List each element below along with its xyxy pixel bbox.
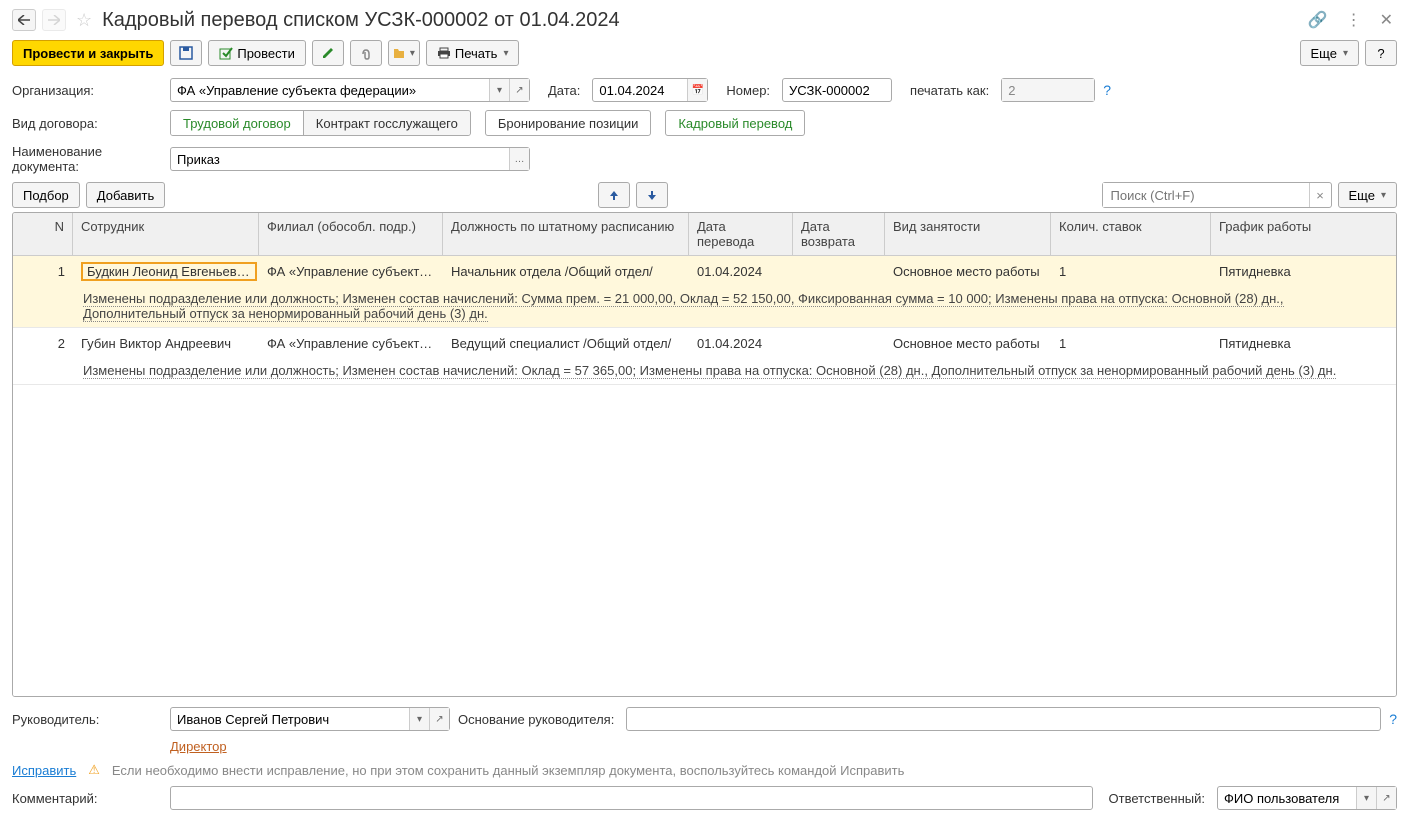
open-icon[interactable]: ↗ — [509, 79, 529, 101]
comment-label: Комментарий: — [12, 791, 162, 806]
pencil-icon — [321, 46, 335, 60]
arrow-down-icon — [646, 189, 658, 201]
nav-forward-button — [42, 9, 66, 31]
help-link[interactable]: ? — [1389, 711, 1397, 727]
col-date-transfer[interactable]: Дата перевода — [689, 213, 793, 255]
responsible-label: Ответственный: — [1109, 791, 1205, 806]
open-icon[interactable]: ↗ — [1376, 787, 1396, 809]
dropdown-icon[interactable]: ▾ — [489, 79, 509, 101]
col-employment[interactable]: Вид занятости — [885, 213, 1051, 255]
warning-icon: ⚠ — [88, 762, 100, 778]
add-button[interactable]: Добавить — [86, 182, 165, 208]
help-button[interactable]: ? — [1365, 40, 1397, 66]
employees-grid: N Сотрудник Филиал (обособл. подр.) Долж… — [12, 212, 1397, 697]
dropdown-icon[interactable]: ▾ — [1356, 787, 1376, 809]
table-row[interactable]: 1 Будкин Леонид Евгеньевич ФА «Управлени… — [13, 256, 1396, 328]
paperclip-icon — [359, 46, 373, 60]
docname-field[interactable]: … — [170, 147, 530, 171]
arrow-up-icon — [608, 189, 620, 201]
tab-bronirovanie[interactable]: Бронирование позиции — [485, 110, 651, 136]
date-field[interactable]: 📅 — [592, 78, 708, 102]
window-title: Кадровый перевод списком УСЗК-000002 от … — [102, 9, 1298, 32]
open-icon[interactable]: ↗ — [429, 708, 449, 730]
tab-gossluzh[interactable]: Контракт госслужащего — [304, 111, 470, 135]
table-more-button[interactable]: Еще ▾ — [1338, 182, 1397, 208]
save-button[interactable] — [170, 40, 202, 66]
select-button[interactable]: Подбор — [12, 182, 80, 208]
fix-note: Если необходимо внести исправление, но п… — [112, 763, 904, 778]
search-input[interactable]: × — [1102, 182, 1332, 208]
post-and-close-button[interactable]: Провести и закрыть — [12, 40, 164, 66]
arrow-left-icon — [18, 15, 30, 25]
dropdown-icon[interactable]: ▾ — [409, 708, 429, 730]
col-date-return[interactable]: Дата возврата — [793, 213, 885, 255]
manager-field[interactable]: ▾ ↗ — [170, 707, 450, 731]
date-label: Дата: — [548, 83, 580, 98]
more-button[interactable]: Еще ▾ — [1300, 40, 1359, 66]
manager-basis-label: Основание руководителя: — [458, 712, 614, 727]
row-detail: Изменены подразделение или должность; Из… — [13, 287, 1396, 327]
col-rates[interactable]: Колич. ставок — [1051, 213, 1211, 255]
folder-button[interactable]: ▾ — [388, 40, 420, 66]
manager-basis-field[interactable] — [626, 707, 1381, 731]
save-icon — [179, 46, 193, 60]
col-n[interactable]: N — [13, 213, 73, 255]
tab-trudovoi[interactable]: Трудовой договор — [171, 111, 304, 135]
calendar-icon[interactable]: 📅 — [687, 79, 707, 101]
edit-button[interactable] — [312, 40, 344, 66]
comment-field[interactable] — [170, 786, 1093, 810]
col-schedule[interactable]: График работы — [1211, 213, 1396, 255]
org-field[interactable]: ▾ ↗ — [170, 78, 530, 102]
manager-label: Руководитель: — [12, 712, 162, 727]
clear-search-icon[interactable]: × — [1309, 183, 1331, 207]
contract-label: Вид договора: — [12, 116, 162, 131]
post-icon — [219, 46, 233, 60]
link-icon[interactable]: 🔗 — [1304, 8, 1332, 32]
docname-label: Наименование документа: — [12, 144, 162, 174]
post-button[interactable]: Провести — [208, 40, 306, 66]
print-as-field[interactable] — [1001, 78, 1095, 102]
print-as-label: печатать как: — [910, 83, 989, 98]
close-icon[interactable]: ✕ — [1376, 8, 1397, 32]
org-label: Организация: — [12, 83, 162, 98]
grid-header: N Сотрудник Филиал (обособл. подр.) Долж… — [13, 213, 1396, 256]
print-button[interactable]: Печать ▾ — [426, 40, 520, 66]
attach-button[interactable] — [350, 40, 382, 66]
move-up-button[interactable] — [598, 182, 630, 208]
table-row[interactable]: 2 Губин Виктор Андреевич ФА «Управление … — [13, 328, 1396, 385]
responsible-field[interactable]: ▾ ↗ — [1217, 786, 1397, 810]
tab-kadrovyi[interactable]: Кадровый перевод — [665, 110, 805, 136]
favorite-star-icon[interactable]: ☆ — [76, 10, 92, 31]
fix-link[interactable]: Исправить — [12, 763, 76, 778]
col-position[interactable]: Должность по штатному расписанию — [443, 213, 689, 255]
nav-back-button[interactable] — [12, 9, 36, 31]
move-down-button[interactable] — [636, 182, 668, 208]
number-label: Номер: — [726, 83, 770, 98]
row-detail: Изменены подразделение или должность; Из… — [13, 359, 1396, 384]
arrow-right-icon — [48, 15, 60, 25]
printer-icon — [437, 47, 451, 59]
help-link[interactable]: ? — [1103, 82, 1111, 98]
manager-position-link[interactable]: Директор — [170, 739, 227, 754]
number-field[interactable] — [782, 78, 892, 102]
contract-type-tabs: Трудовой договор Контракт госслужащего — [170, 110, 471, 136]
more-icon[interactable]: … — [509, 148, 529, 170]
folder-icon — [393, 47, 404, 59]
menu-icon[interactable]: ⋮ — [1342, 8, 1366, 32]
col-employee[interactable]: Сотрудник — [73, 213, 259, 255]
col-filial[interactable]: Филиал (обособл. подр.) — [259, 213, 443, 255]
